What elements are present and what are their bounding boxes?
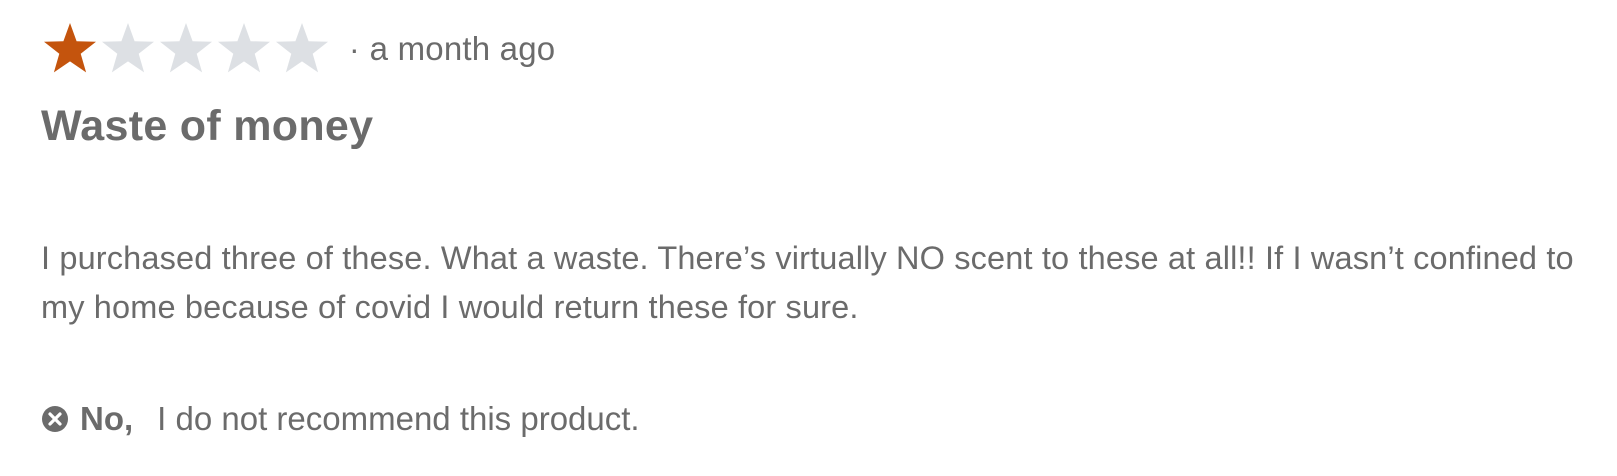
recommendation: No, I do not recommend this product. — [41, 400, 1581, 438]
rating-row: · a month ago — [41, 18, 1581, 80]
star-empty-icon — [215, 20, 273, 78]
review-title: Waste of money — [41, 102, 374, 150]
x-circle-icon — [41, 405, 69, 433]
review-date: a month ago — [369, 30, 556, 67]
recommend-statement: I do not recommend this product. — [157, 400, 640, 437]
star-rating — [41, 20, 331, 78]
star-empty-icon — [157, 20, 215, 78]
star-empty-icon — [99, 20, 157, 78]
star-empty-icon — [273, 20, 331, 78]
star-filled-icon — [41, 20, 99, 78]
review-card: · a month ago Waste of money I purchased… — [41, 18, 1581, 438]
separator-dot: · — [349, 30, 360, 67]
recommend-answer: No, — [80, 400, 134, 437]
review-body: I purchased three of these. What a waste… — [41, 240, 1574, 325]
